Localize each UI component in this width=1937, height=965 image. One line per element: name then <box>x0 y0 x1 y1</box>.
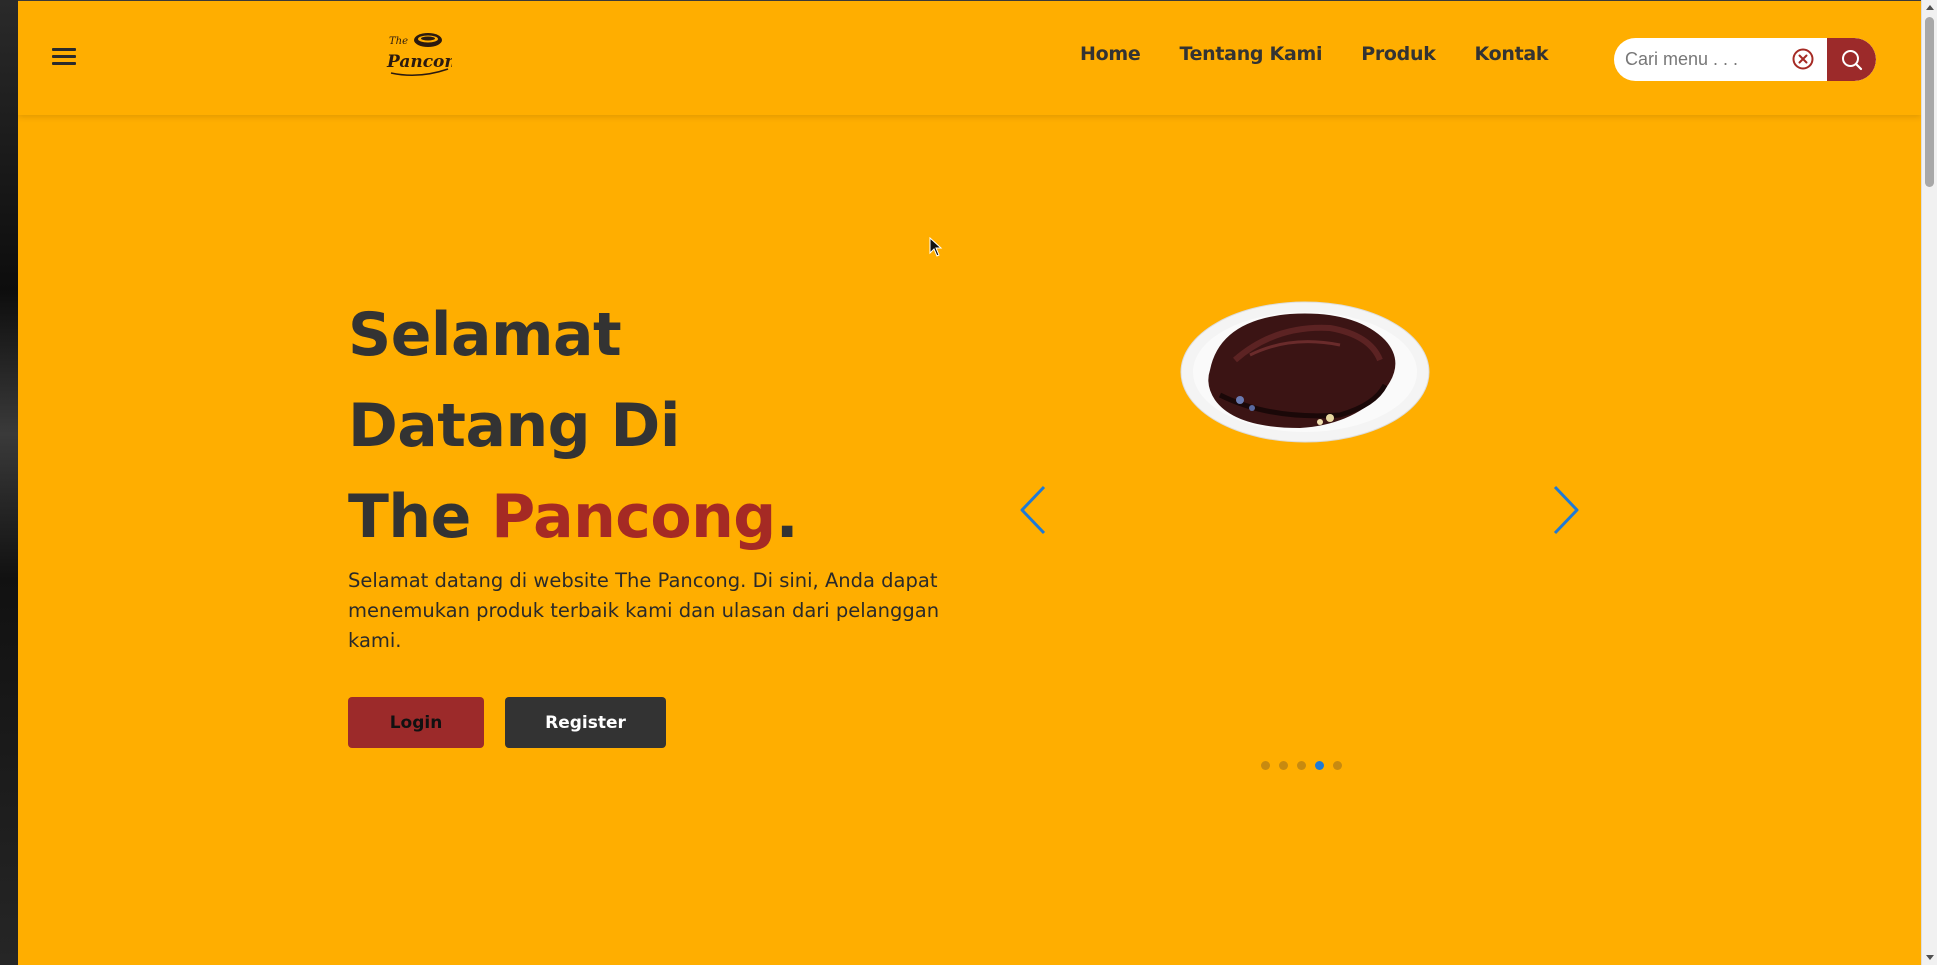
search-input[interactable] <box>1614 38 1789 81</box>
hero-title-line3-prefix: The <box>348 482 492 552</box>
carousel-pagination <box>1261 761 1342 770</box>
magnifier-icon <box>1841 49 1862 70</box>
hamburger-icon[interactable] <box>52 48 76 66</box>
carousel-slide-image <box>1180 301 1430 443</box>
scrollbar-thumb[interactable] <box>1925 17 1934 187</box>
vertical-scrollbar[interactable] <box>1921 0 1937 965</box>
register-button[interactable]: Register <box>505 697 666 748</box>
logo-line2: Pancong <box>386 52 452 72</box>
nav-home[interactable]: Home <box>1080 43 1141 65</box>
chevron-left-icon[interactable] <box>1018 484 1048 536</box>
carousel-dot-1[interactable] <box>1261 761 1270 770</box>
scroll-up-icon[interactable] <box>1926 5 1934 10</box>
nav-kontak[interactable]: Kontak <box>1475 43 1549 65</box>
hero-title: Selamat Datang Di The Pancong. <box>348 290 799 563</box>
search-button[interactable] <box>1827 38 1876 81</box>
hero-title-line3-suffix: . <box>775 482 799 552</box>
x-circle-icon[interactable] <box>1791 47 1815 71</box>
left-window-edge <box>0 0 18 965</box>
site-header: The Pancong Home Tentang Kami Produk Kon… <box>18 0 1921 115</box>
hero-title-line1: Selamat <box>348 300 622 370</box>
carousel-dot-4[interactable] <box>1315 761 1324 770</box>
brand-logo[interactable]: The Pancong <box>386 31 452 79</box>
chevron-right-icon[interactable] <box>1551 484 1581 536</box>
mouse-cursor-icon <box>929 237 943 257</box>
scroll-down-icon[interactable] <box>1926 955 1934 960</box>
hero-title-accent: Pancong <box>491 482 776 552</box>
nav-produk[interactable]: Produk <box>1361 43 1436 65</box>
main-nav: Home Tentang Kami Produk Kontak <box>1080 43 1549 65</box>
hero-title-line2: Datang Di <box>348 391 680 461</box>
hero-description: Selamat datang di website The Pancong. D… <box>348 569 940 652</box>
carousel-dot-5[interactable] <box>1333 761 1342 770</box>
logo-line1: The <box>389 36 408 47</box>
page: The Pancong Home Tentang Kami Produk Kon… <box>18 0 1921 965</box>
search-box <box>1614 38 1876 81</box>
login-button[interactable]: Login <box>348 697 484 748</box>
carousel-dot-2[interactable] <box>1279 761 1288 770</box>
carousel-dot-3[interactable] <box>1297 761 1306 770</box>
nav-tentang-kami[interactable]: Tentang Kami <box>1179 43 1322 65</box>
